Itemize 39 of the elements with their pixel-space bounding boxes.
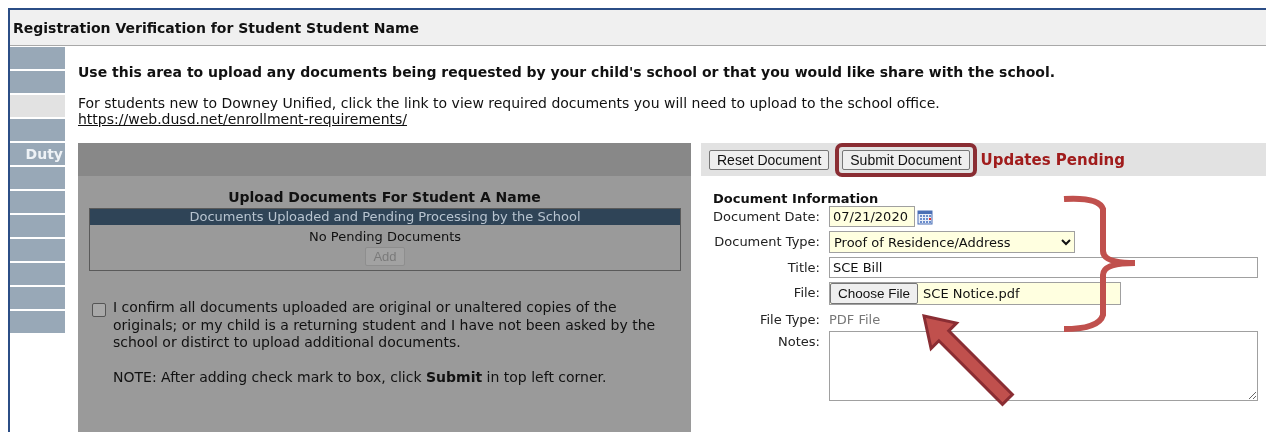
file-name: SCE Notice.pdf	[923, 286, 1020, 301]
sidebar-item[interactable]	[10, 287, 65, 309]
sidebar-item[interactable]	[10, 191, 65, 213]
field-label: Document Date:	[712, 208, 820, 224]
confirm-text: I confirm all documents uploaded are original or unaltered copies of the originals; or my child is a returning student and I have not been asked by the school or distirct to upload additional documents.	[113, 299, 657, 352]
sidebar-item[interactable]	[10, 95, 65, 117]
calendar-icon[interactable]	[917, 208, 933, 225]
field-label: Notes:	[777, 333, 820, 349]
submit-button[interactable]: Submit Document	[842, 149, 970, 170]
reset-button[interactable]: Reset Document	[709, 149, 830, 170]
field-label: Document Type:	[713, 233, 820, 249]
confirm-checkbox[interactable]	[92, 303, 106, 317]
requirements-link[interactable]: https://web.dusd.net/enrollment-requirements/	[78, 111, 407, 127]
field-label: Title:	[786, 259, 820, 275]
sidebar-item[interactable]	[10, 71, 65, 93]
sidebar-item[interactable]	[10, 119, 65, 141]
intro-text: For students new to Downey Unified, click the link to view required documents you will need to upload to the school office.	[78, 95, 941, 111]
sidebar-item[interactable]	[10, 263, 65, 285]
field-label: File:	[792, 284, 820, 300]
notes-field[interactable]	[829, 331, 1258, 401]
document-type-select[interactable]: Proof of Residence/Address	[829, 231, 1075, 253]
table-header: Documents Uploaded and Pending Processing by the School	[90, 209, 680, 225]
sidebar-item[interactable]	[10, 215, 65, 237]
intro-heading: Use this area to upload any documents being requested by your child's school or that you would like share with the school.	[78, 64, 1056, 80]
upload-title: Upload Documents For Student A Name	[227, 189, 542, 205]
title-field[interactable]: SCE Bill	[829, 257, 1258, 278]
field-label: File Type:	[758, 311, 820, 327]
date-field[interactable]: 07/21/2020	[829, 206, 915, 227]
file-type-value: PDF File	[829, 311, 882, 327]
empty-message: No Pending Documents	[308, 229, 461, 244]
sidebar-item[interactable]	[10, 239, 65, 261]
sidebar-item[interactable]	[10, 47, 65, 69]
section-title: Document Information	[713, 191, 880, 206]
sidebar-item[interactable]	[10, 167, 65, 189]
status-text: Updates Pending	[980, 150, 1125, 169]
note-text: NOTE: After adding check mark to box, click Submit in top left corner.	[113, 368, 608, 386]
window-title: Registration Verification for Student Student Name	[10, 10, 1266, 46]
choose-file-button[interactable]: Choose File	[830, 283, 919, 304]
sidebar-item[interactable]	[10, 311, 65, 333]
